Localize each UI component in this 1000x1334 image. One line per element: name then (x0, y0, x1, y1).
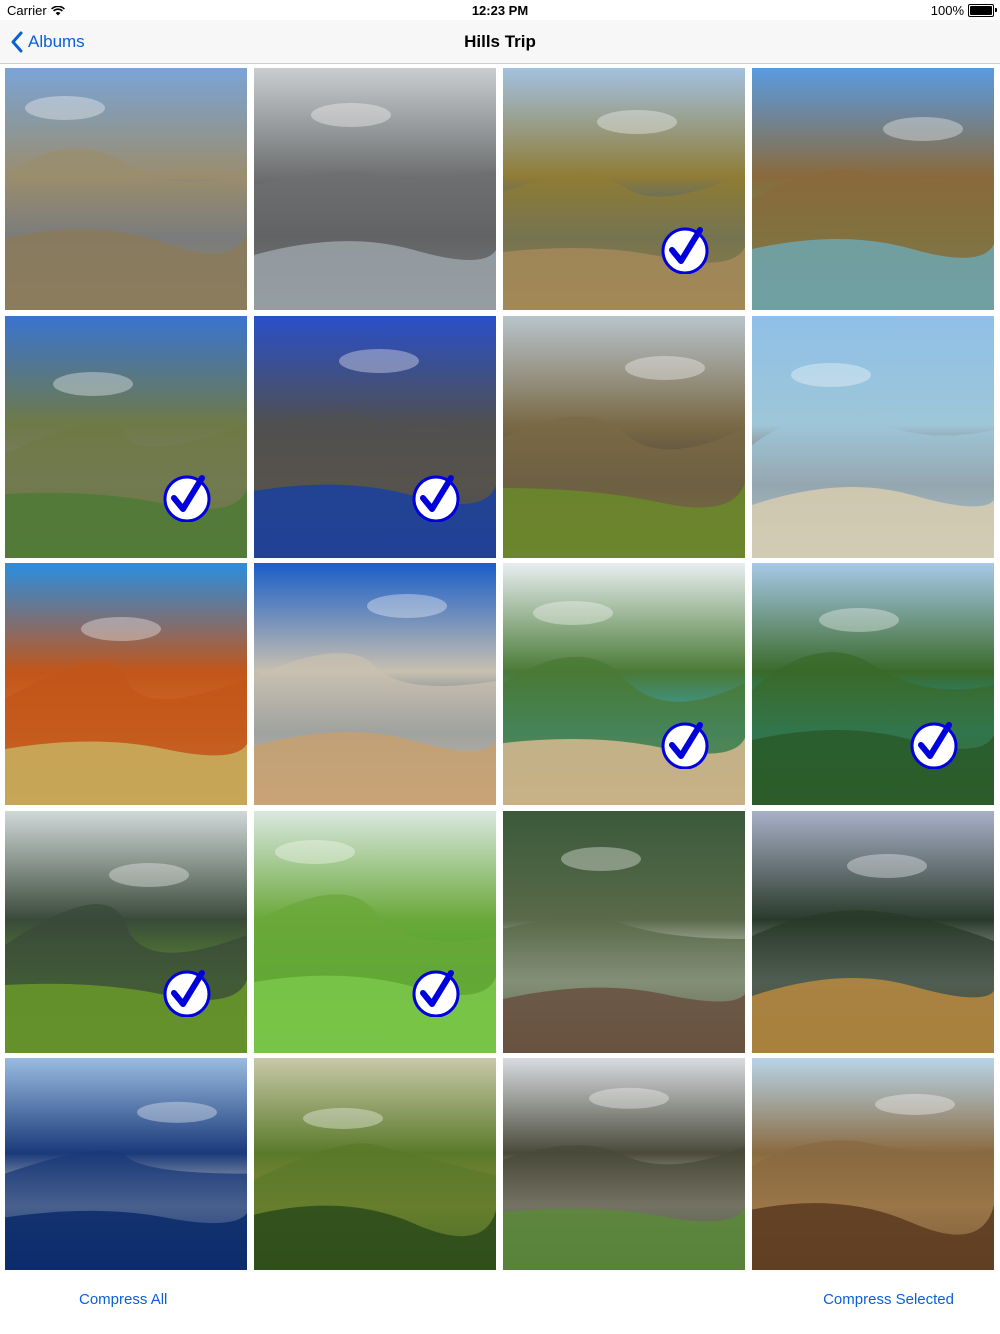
bottom-toolbar: Compress All Compress Selected (0, 1274, 1000, 1334)
photo-sea-cliff[interactable] (254, 68, 496, 310)
battery-icon (968, 4, 997, 17)
page-title: Hills Trip (464, 32, 536, 51)
photo-tundra-lake[interactable] (5, 68, 247, 310)
photo-chocolate-hills[interactable] (254, 1058, 496, 1270)
photo-thumbnail (503, 1058, 745, 1270)
photo-rice-terraces[interactable] (254, 810, 496, 1053)
photo-thumbnail (254, 68, 496, 310)
photo-moai[interactable] (503, 315, 745, 558)
checkmark-icon (163, 969, 211, 1017)
checkmark-icon (661, 722, 709, 769)
photo-thumbnail (254, 1058, 496, 1270)
photo-stone-cottages[interactable] (5, 315, 247, 558)
photo-white-cliffs[interactable] (254, 563, 496, 805)
photo-thumbnail (5, 563, 247, 805)
photo-thumbnail (254, 563, 496, 805)
photo-thumbnail (752, 810, 994, 1053)
photo-thumbnail (5, 68, 247, 310)
navigation-bar: Albums Hills Trip (0, 20, 1000, 64)
checkmark-icon (412, 474, 460, 522)
photo-sea-cave[interactable] (752, 1058, 994, 1270)
photo-thumbnail (752, 68, 994, 310)
photo-rock-island[interactable] (752, 68, 994, 310)
photo-thumbnail (503, 810, 745, 1053)
photo-turquoise-bay[interactable] (752, 563, 994, 805)
photo-longtail-boats[interactable] (752, 315, 994, 558)
compress-all-button[interactable]: Compress All (79, 1291, 167, 1308)
checkmark-icon (661, 227, 709, 274)
compress-selected-button[interactable]: Compress Selected (823, 1291, 954, 1308)
battery-percent: 100% (930, 3, 964, 18)
checkmark-icon (910, 722, 958, 769)
photo-rock-arches[interactable] (5, 1058, 247, 1270)
photo-crashing-wave[interactable] (503, 810, 745, 1053)
photo-thumbnail (752, 315, 994, 558)
photo-machu-picchu[interactable] (5, 810, 247, 1053)
photo-headland-beach[interactable] (752, 810, 994, 1053)
photo-coastal-beach[interactable] (503, 68, 745, 310)
status-time: 12:23 PM (471, 3, 529, 18)
photo-red-dune[interactable] (5, 563, 247, 805)
battery-info: 100% (930, 3, 997, 18)
photo-rock-spire[interactable] (254, 315, 496, 558)
status-bar: Carrier 12:23 PM 100% (0, 0, 1000, 20)
checkmark-icon (163, 474, 211, 522)
photo-thumbnail (752, 1058, 994, 1270)
photo-thumbnail (5, 1058, 247, 1270)
photo-thumbnail (503, 315, 745, 558)
checkmark-icon (412, 969, 460, 1017)
photo-tropical-beach[interactable] (503, 563, 745, 805)
photo-alpacas[interactable] (503, 1058, 745, 1270)
